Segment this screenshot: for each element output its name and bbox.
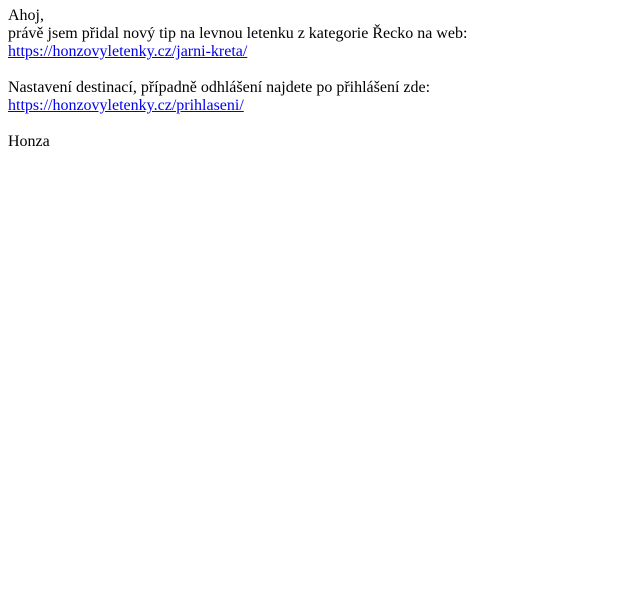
- signature-text: Honza: [8, 133, 50, 150]
- email-body: Ahoj, právě jsem přidal nový tip na levn…: [8, 7, 632, 151]
- login-link[interactable]: https://honzovyletenky.cz/prihlaseni/: [8, 97, 244, 114]
- tip-link[interactable]: https://honzovyletenky.cz/jarni-kreta/: [8, 43, 247, 60]
- intro-text: právě jsem přidal nový tip na levnou let…: [8, 25, 468, 42]
- greeting-text: Ahoj,: [8, 7, 44, 24]
- settings-text: Nastavení destinací, případně odhlášení …: [8, 79, 431, 96]
- login-link-line: https://honzovyletenky.cz/prihlaseni/: [8, 97, 632, 115]
- tip-link-line: https://honzovyletenky.cz/jarni-kreta/: [8, 43, 632, 61]
